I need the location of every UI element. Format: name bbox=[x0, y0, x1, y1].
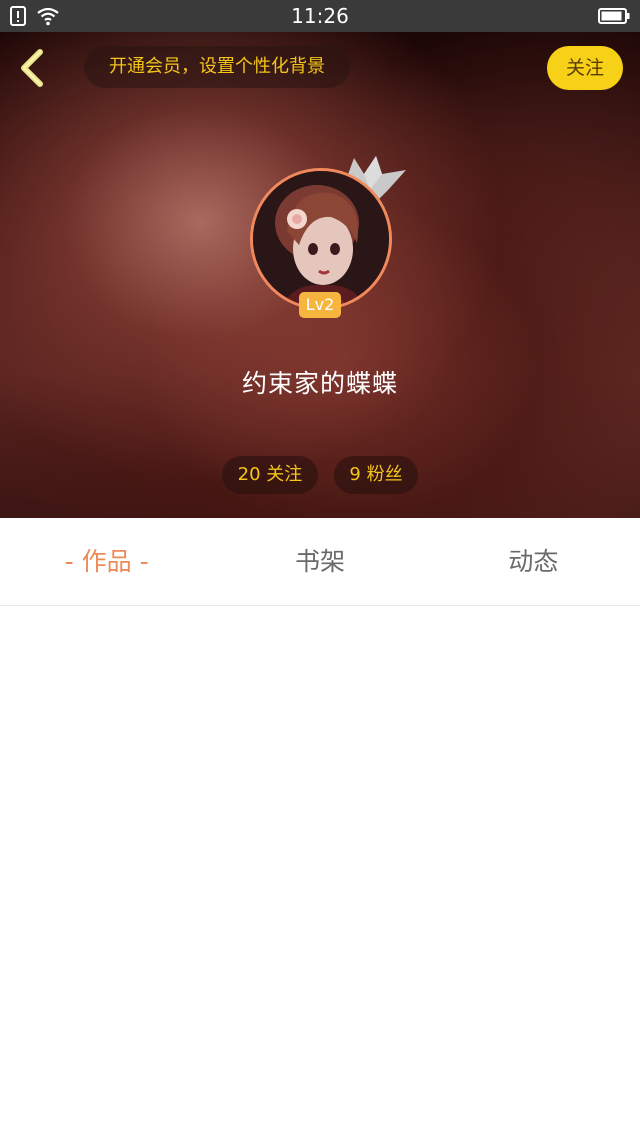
tab-works-label: 作品 bbox=[81, 547, 132, 576]
username: 约束家的蝶蝶 bbox=[241, 369, 398, 398]
follow-button[interactable]: 关注 bbox=[547, 46, 623, 90]
profile-tabs: - 作品 - 书架 动态 bbox=[0, 518, 640, 606]
works-content-area bbox=[0, 606, 640, 1138]
profile-header: 开通会员，设置个性化背景 关注 Lv2 约束家的蝶蝶 20 关注 9 粉丝 bbox=[0, 32, 640, 518]
tab-works[interactable]: - 作品 - bbox=[0, 518, 213, 605]
status-time: 11:26 bbox=[291, 4, 349, 28]
tab-works-right-dash: - bbox=[139, 547, 149, 576]
profile-screen: 11:26 开通会员，设置个性化背景 关注 Lv2 约束家的蝶蝶 20 关注 9… bbox=[0, 0, 640, 1138]
vip-banner[interactable]: 开通会员，设置个性化背景 bbox=[84, 46, 350, 88]
level-badge: Lv2 bbox=[299, 292, 341, 318]
back-button[interactable] bbox=[14, 46, 54, 90]
avatar[interactable] bbox=[250, 168, 392, 310]
following-count-button[interactable]: 20 关注 bbox=[222, 456, 318, 494]
status-bar: 11:26 bbox=[0, 0, 640, 32]
tab-works-left-dash: - bbox=[64, 547, 74, 576]
avatar-portrait bbox=[253, 171, 389, 307]
fans-count-button[interactable]: 9 粉丝 bbox=[334, 456, 418, 494]
tab-activity-label: 动态 bbox=[508, 547, 559, 576]
battery-icon bbox=[598, 8, 630, 24]
tab-bookshelf-label: 书架 bbox=[294, 547, 345, 576]
tab-activity[interactable]: 动态 bbox=[427, 518, 640, 605]
tab-bookshelf[interactable]: 书架 bbox=[213, 518, 426, 605]
